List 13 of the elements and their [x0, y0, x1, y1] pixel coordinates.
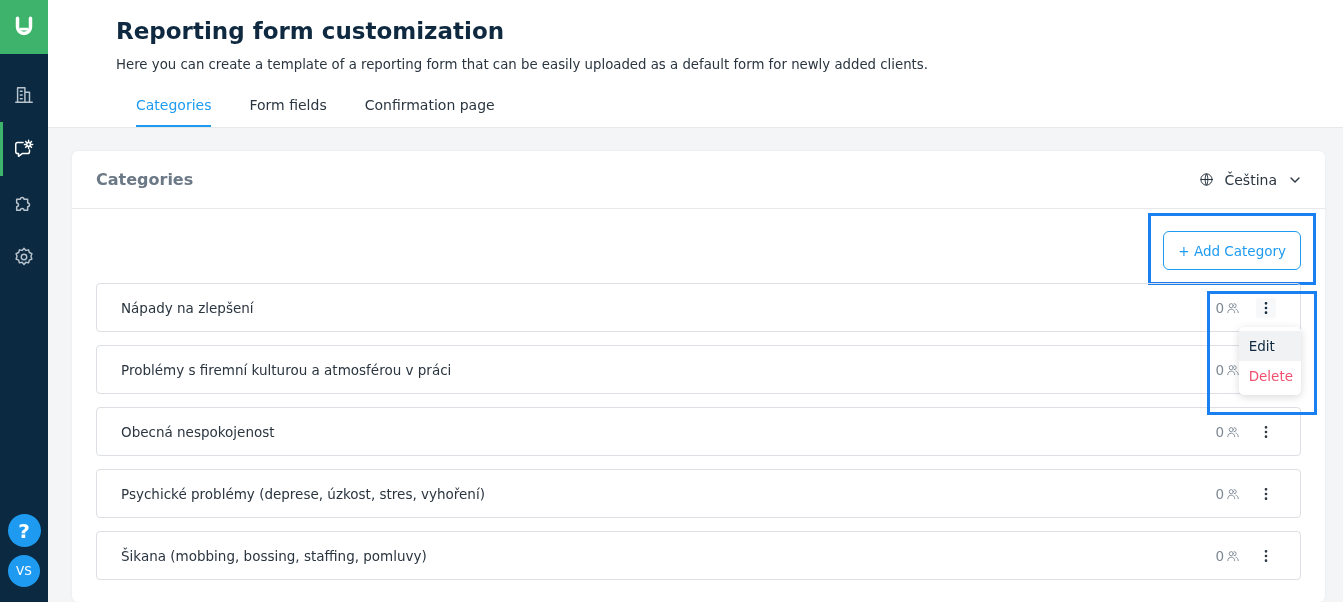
member-count: 0 — [1215, 423, 1224, 440]
category-name: Psychické problémy (deprese, úzkost, stres, vyhoření) — [121, 485, 485, 502]
category-name: Problémy s firemní kulturou a atmosférou v práci — [121, 361, 452, 378]
category-name: Nápady na zlepšení — [121, 299, 254, 316]
member-count: 0 — [1215, 361, 1224, 378]
member-count: 0 — [1215, 299, 1224, 316]
category-name: Obecná nespokojenost — [121, 423, 275, 440]
member-count: 0 — [1215, 485, 1224, 502]
page-description: Here you can create a template of a reporting form that can be easily uploaded as a default form for newly added clients. — [116, 57, 929, 72]
card-title: Categories — [96, 170, 194, 189]
member-count: 0 — [1215, 547, 1224, 564]
page-title: Reporting form customization — [116, 18, 506, 44]
category-name: Šikana (mobbing, bossing, staffing, pomluvy) — [121, 547, 427, 564]
